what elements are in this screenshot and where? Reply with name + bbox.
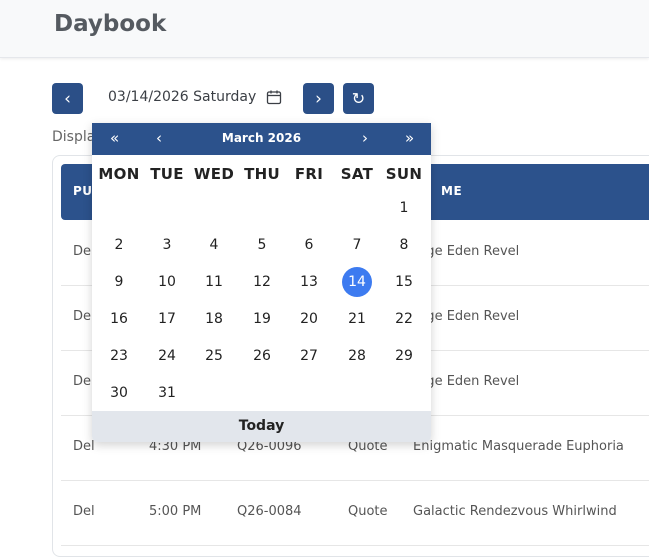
weekday-label: SUN bbox=[385, 165, 423, 183]
calendar-day[interactable]: 6 bbox=[294, 230, 324, 260]
date-value: 03/14/2026 Saturday bbox=[108, 89, 257, 105]
calendar-day[interactable]: 16 bbox=[104, 304, 134, 334]
calendar-day[interactable]: 18 bbox=[199, 304, 229, 334]
weekday-label: THU bbox=[244, 165, 280, 183]
page-title: Daybook bbox=[54, 11, 167, 37]
calendar-day[interactable]: 29 bbox=[389, 341, 419, 371]
calendar-day[interactable]: 15 bbox=[389, 267, 419, 297]
weekday-label: TUE bbox=[150, 165, 184, 183]
next-month-icon[interactable]: › bbox=[362, 129, 368, 147]
calendar-day[interactable]: 25 bbox=[199, 341, 229, 371]
cell-type: Del bbox=[73, 504, 95, 519]
display-label: Displa bbox=[52, 129, 96, 145]
datepicker-header: « ‹ March 2026 › » bbox=[92, 123, 431, 155]
weekday-label: FRI bbox=[294, 165, 324, 183]
calendar-day[interactable]: 20 bbox=[294, 304, 324, 334]
next-year-icon[interactable]: » bbox=[405, 129, 414, 147]
calendar-day[interactable]: 27 bbox=[294, 341, 324, 371]
weekday-label: MON bbox=[98, 165, 140, 183]
datepicker-popup: « ‹ March 2026 › » MON TUE WED THU FRI SAT SUN… bbox=[92, 123, 431, 442]
table-row[interactable]: Del 5:00 PM Q26-0084 Quote Galactic Rend… bbox=[61, 480, 649, 546]
calendar-day[interactable]: 5 bbox=[247, 230, 277, 260]
calendar-day[interactable]: 9 bbox=[104, 267, 134, 297]
cell-name: Galactic Rendezvous Whirlwind bbox=[413, 504, 617, 519]
calendar-day[interactable]: 31 bbox=[152, 378, 182, 408]
calendar-day[interactable]: 21 bbox=[342, 304, 372, 334]
calendar-day[interactable]: 10 bbox=[152, 267, 182, 297]
calendar-day[interactable]: 13 bbox=[294, 267, 324, 297]
refresh-button[interactable]: ↻ bbox=[343, 83, 374, 114]
calendar-day[interactable]: 11 bbox=[199, 267, 229, 297]
calendar-day[interactable]: 8 bbox=[389, 230, 419, 260]
app-header: Daybook bbox=[0, 0, 649, 58]
calendar-day[interactable]: 17 bbox=[152, 304, 182, 334]
calendar-day[interactable]: 19 bbox=[247, 304, 277, 334]
calendar-day[interactable]: 12 bbox=[247, 267, 277, 297]
cell-kind: Quote bbox=[348, 504, 388, 519]
cell-number: Q26-0084 bbox=[237, 504, 302, 519]
calendar-day[interactable]: 26 bbox=[247, 341, 277, 371]
date-field[interactable]: 03/14/2026 Saturday bbox=[108, 89, 282, 105]
column-header[interactable]: PU bbox=[73, 184, 93, 198]
today-button[interactable]: Today bbox=[92, 411, 431, 442]
calendar-day[interactable]: 30 bbox=[104, 378, 134, 408]
calendar-day[interactable]: 7 bbox=[342, 230, 372, 260]
column-header[interactable]: ME bbox=[441, 184, 462, 198]
weekday-label: WED bbox=[193, 165, 235, 183]
weekday-label: SAT bbox=[340, 165, 374, 183]
cell-time: 5:00 PM bbox=[149, 504, 202, 519]
chevron-left-icon: ‹ bbox=[64, 88, 71, 109]
calendar-day[interactable]: 28 bbox=[342, 341, 372, 371]
calendar-day[interactable]: 3 bbox=[152, 230, 182, 260]
next-day-button[interactable]: › bbox=[303, 83, 334, 114]
chevron-right-icon: › bbox=[315, 88, 322, 109]
month-label[interactable]: March 2026 bbox=[92, 131, 431, 145]
refresh-icon: ↻ bbox=[351, 89, 366, 108]
calendar-day[interactable]: 2 bbox=[104, 230, 134, 260]
calendar-day[interactable]: 24 bbox=[152, 341, 182, 371]
calendar-day[interactable]: 23 bbox=[104, 341, 134, 371]
calendar-icon[interactable] bbox=[266, 89, 282, 105]
calendar-day[interactable]: 4 bbox=[199, 230, 229, 260]
cell-type: Del bbox=[73, 439, 95, 454]
cell-name: Enigmatic Masquerade Euphoria bbox=[413, 439, 624, 454]
prev-day-button[interactable]: ‹ bbox=[52, 83, 83, 114]
calendar-day[interactable]: 1 bbox=[389, 193, 419, 223]
calendar-day[interactable]: 22 bbox=[389, 304, 419, 334]
selected-day[interactable]: 14 bbox=[342, 267, 372, 297]
